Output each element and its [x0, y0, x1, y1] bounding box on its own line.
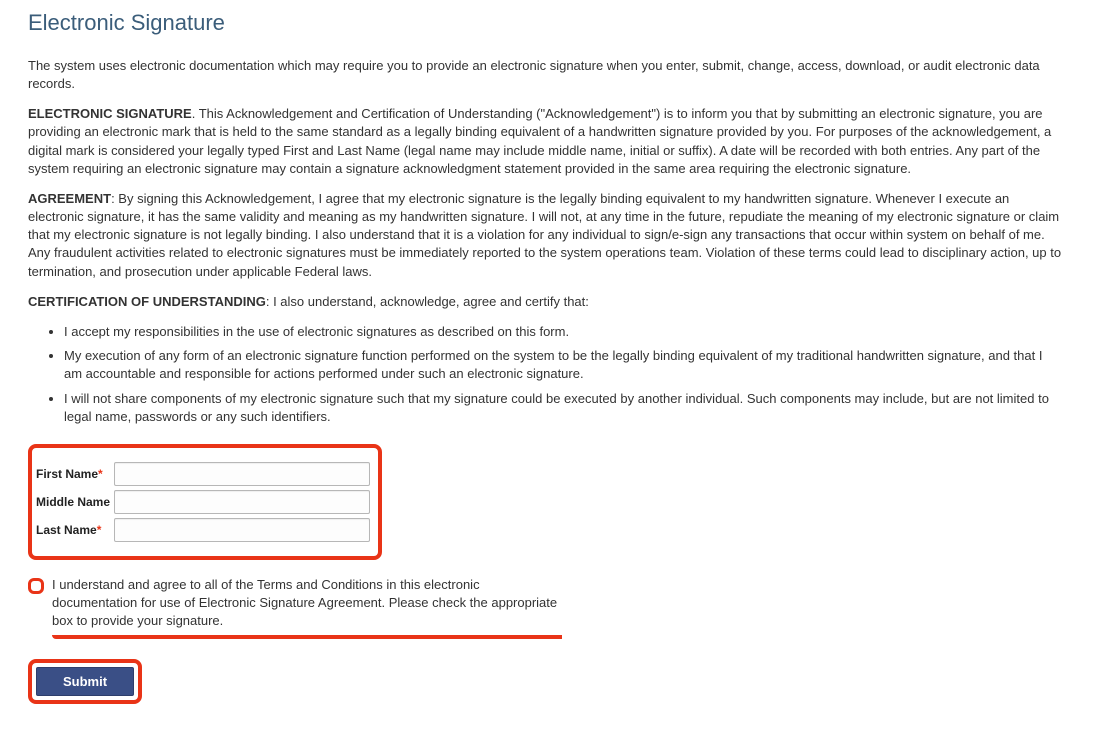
agree-text: I understand and agree to all of the Ter…	[52, 576, 562, 639]
agree-checkbox[interactable]	[28, 578, 44, 594]
submit-button[interactable]: Submit	[36, 667, 134, 696]
page-title: Electronic Signature	[28, 8, 1062, 39]
first-name-input[interactable]	[114, 462, 370, 486]
electronic-signature-label: ELECTRONIC SIGNATURE	[28, 106, 192, 121]
intro-paragraph: The system uses electronic documentation…	[28, 57, 1062, 93]
certification-label: CERTIFICATION OF UNDERSTANDING	[28, 294, 266, 309]
certification-bullets: I accept my responsibilities in the use …	[28, 323, 1062, 426]
last-name-label: Last Name*	[36, 522, 114, 539]
first-name-label: First Name*	[36, 466, 114, 483]
agreement-label: AGREEMENT	[28, 191, 111, 206]
required-mark: *	[98, 467, 103, 481]
electronic-signature-paragraph: ELECTRONIC SIGNATURE. This Acknowledgeme…	[28, 105, 1062, 178]
list-item: I will not share components of my electr…	[64, 390, 1062, 426]
submit-highlight: Submit	[28, 659, 142, 704]
agreement-body: : By signing this Acknowledgement, I agr…	[28, 191, 1061, 279]
name-fields-highlight: First Name* Middle Name Last Name*	[28, 444, 382, 560]
list-item: My execution of any form of an electroni…	[64, 347, 1062, 383]
middle-name-input[interactable]	[114, 490, 370, 514]
certification-body: : I also understand, acknowledge, agree …	[266, 294, 589, 309]
middle-name-label: Middle Name	[36, 494, 114, 511]
agreement-paragraph: AGREEMENT: By signing this Acknowledgeme…	[28, 190, 1062, 281]
last-name-input[interactable]	[114, 518, 370, 542]
required-mark: *	[97, 523, 102, 537]
list-item: I accept my responsibilities in the use …	[64, 323, 1062, 341]
certification-paragraph: CERTIFICATION OF UNDERSTANDING: I also u…	[28, 293, 1062, 311]
